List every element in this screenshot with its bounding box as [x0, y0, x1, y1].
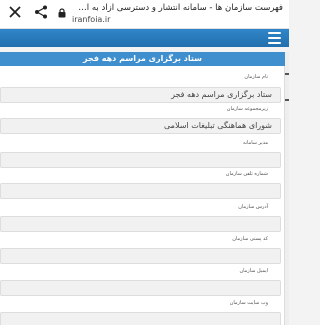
browser-top-bar: فهرست سازمان ها - سامانه انتشار و دسترسی…	[0, 0, 289, 29]
postal-code-field[interactable]	[0, 248, 281, 264]
hamburger-menu-icon[interactable]	[268, 32, 281, 44]
site-navbar	[0, 29, 289, 47]
page-url: iranfoia.ir	[72, 15, 111, 24]
address-field[interactable]	[0, 216, 281, 232]
website-field[interactable]	[0, 312, 281, 325]
field-label-email: ایمیل سازمان	[239, 268, 268, 274]
field-label-phone: شماره تلفن سازمان	[225, 171, 268, 177]
scroll-marker	[285, 73, 289, 75]
close-icon[interactable]	[8, 5, 22, 19]
field-label-parent-organization: زیرمجموعه سازمان	[226, 106, 268, 112]
lock-icon	[58, 8, 66, 18]
card-header-title: ستاد برگزاری مراسم دهه فجر	[0, 52, 285, 66]
organization-details-card: ستاد برگزاری مراسم دهه فجر نام سازمان ست…	[0, 52, 285, 325]
share-icon[interactable]	[34, 5, 48, 19]
phone-field[interactable]	[0, 183, 281, 199]
field-label-postal-code: کد پستی سازمان	[232, 236, 268, 242]
parent-organization-field[interactable]: شورای هماهنگی تبلیغات اسلامی	[0, 118, 281, 134]
organization-name-field[interactable]: ستاد برگزاری مراسم دهه فجر	[0, 87, 281, 103]
field-label-system-admin: مدیر سامانه	[242, 140, 268, 146]
page-scrollbar[interactable]	[285, 52, 289, 325]
field-label-address: آدرس سازمان	[238, 204, 268, 210]
page-title: فهرست سازمان ها - سامانه انتشار و دسترسی…	[73, 3, 283, 13]
system-admin-field[interactable]	[0, 152, 281, 168]
field-label-organization-name: نام سازمان	[244, 74, 268, 80]
scroll-marker	[285, 99, 289, 101]
field-label-website: وب سایت سازمان	[229, 300, 268, 306]
email-field[interactable]	[0, 280, 281, 296]
